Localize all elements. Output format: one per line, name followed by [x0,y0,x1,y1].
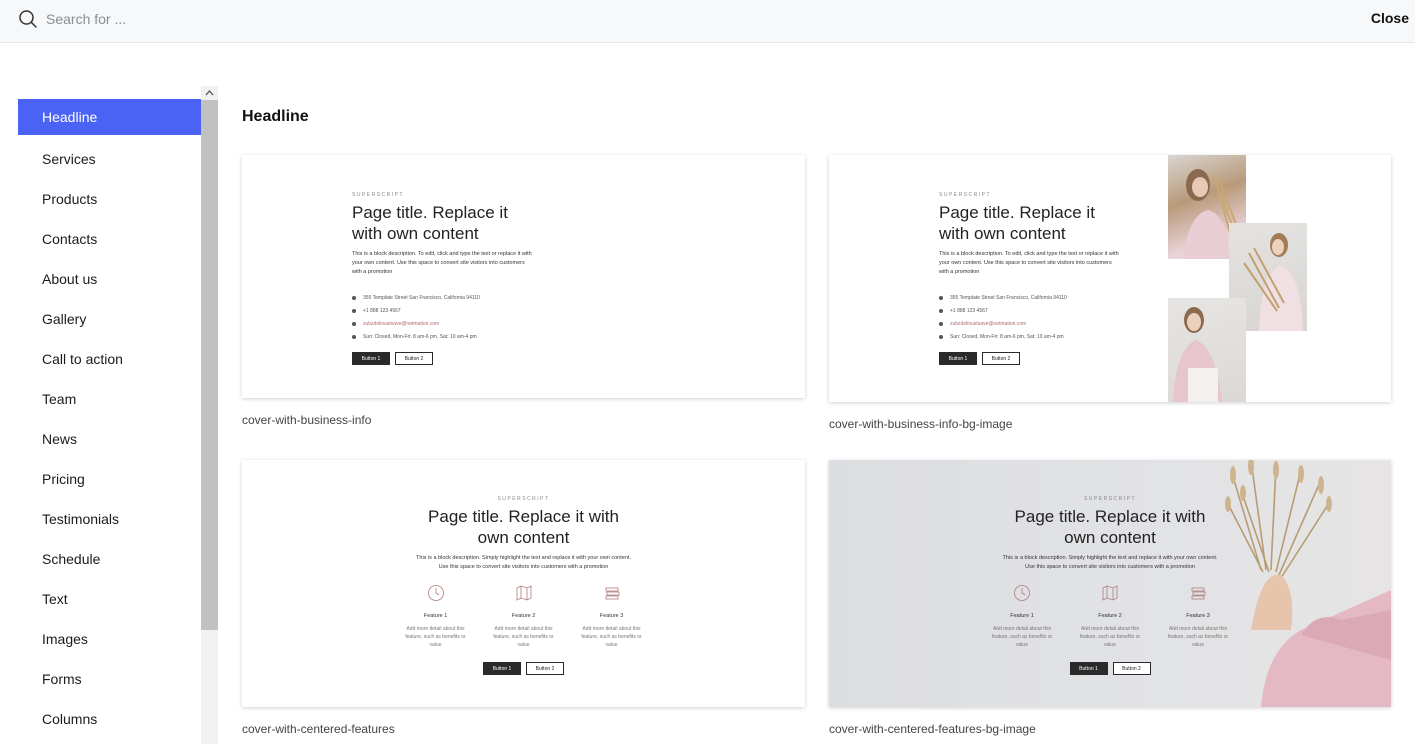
preview-feature: Feature 2 Add more detail about this fea… [1075,584,1145,649]
preview-superscript: SUPERSCRIPT [1083,496,1137,502]
preview-title: Page title. Replace it with own content [939,203,1095,243]
card-caption: cover-with-business-info-bg-image [829,417,1013,431]
template-card-cover-with-business-info[interactable]: SUPERSCRIPT Page title. Replace it with … [242,155,805,398]
preview-phone: +1 888 123 4567 [352,304,532,317]
preview-button-2: Button 2 [526,662,564,675]
sidebar-item-label: Text [42,591,68,607]
sidebar-item-label: Schedule [42,551,101,567]
sidebar-item-label: Team [42,391,77,407]
sidebar-item-label: Products [42,191,98,207]
seated-woman-icon [1173,307,1222,402]
clock-icon [1014,585,1030,601]
sidebar-item-team[interactable]: Team [18,379,201,419]
sidebar-item-services[interactable]: Services [18,139,201,179]
sidebar-item-gallery[interactable]: Gallery [18,299,201,339]
category-sidebar: Headline Services Products Contacts Abou… [18,99,201,744]
sidebar-item-label: About us [42,271,98,287]
preview-address: 355 Template Street San Francisco, Calif… [352,291,532,304]
preview-title: Page title. Replace it with own content [352,203,508,243]
preview-hours: Sun: Closed, Mon-Fri: 8 am-6 pm, Sat: 10… [939,330,1119,343]
scrollbar-thumb[interactable] [201,100,218,630]
sidebar-item-label: Images [42,631,88,647]
map-icon [1102,585,1118,601]
map-icon [516,585,531,601]
template-card-cover-with-centered-features-bg-image[interactable]: SUPERSCRIPT Page title. Replace it with … [829,460,1391,707]
coins-icon [1191,587,1206,600]
clock-icon [352,334,356,339]
sidebar-item-testimonials[interactable]: Testimonials [18,499,201,539]
clock-icon [427,585,444,601]
mail-icon [939,321,943,326]
sidebar-item-label: Testimonials [42,511,120,527]
card-caption: cover-with-business-info [242,413,372,427]
sidebar-item-contacts[interactable]: Contacts [18,219,201,259]
preview-button-2: Button 2 [395,352,433,365]
sidebar-item-label: Gallery [42,311,87,327]
preview-button-1: Button 1 [483,662,521,675]
sidebar-item-label: News [42,431,78,447]
card-caption: cover-with-centered-features-bg-image [829,722,1036,736]
preview-description: This is a block description. To edit, cl… [352,251,532,275]
sidebar-item-images[interactable]: Images [18,619,201,659]
coins-icon [605,587,619,600]
preview-superscript: SUPERSCRIPT [352,192,405,198]
preview-title: Page title. Replace it with own content [428,507,619,547]
location-pin-icon [939,295,943,300]
location-pin-icon [352,295,356,300]
sidebar-item-label: Contacts [42,231,98,247]
clock-icon [939,334,943,339]
sidebar-item-news[interactable]: News [18,419,201,459]
top-bar: Close [0,0,1415,43]
sidebar-item-label: Call to action [42,351,123,367]
preview-feature: Feature 1 Add more detail about this fea… [987,584,1057,649]
preview-button-2: Button 2 [1112,662,1151,675]
scroll-up-arrow-icon[interactable] [201,86,218,100]
search-icon [19,10,37,28]
preview-email: zubzdelinustsave@netmation.com [352,317,532,330]
preview-hours: Sun: Closed, Mon-Fri: 8 am-6 pm, Sat: 10… [352,330,532,343]
preview-button-1: Button 1 [1069,662,1108,675]
section-title: Headline [242,108,309,125]
preview-button-1: Button 1 [352,352,390,365]
sidebar-item-schedule[interactable]: Schedule [18,539,201,579]
preview-phone: +1 888 123 4567 [939,304,1119,317]
preview-button-1: Button 1 [939,352,977,365]
preview-feature: Feature 1 Add more detail about this fea… [401,584,471,649]
sidebar-item-label: Columns [42,711,98,727]
sidebar-item-call-to-action[interactable]: Call to action [18,339,201,379]
preview-title: Page title. Replace it with own content [1014,507,1206,547]
template-card-cover-with-centered-features[interactable]: SUPERSCRIPT Page title. Replace it with … [242,460,805,707]
preview-feature: Feature 3 Add more detail about this fea… [1163,584,1233,649]
phone-icon [352,308,356,313]
sidebar-scrollbar[interactable] [201,86,218,744]
preview-superscript: SUPERSCRIPT [939,192,992,198]
preview-description: This is a block description. Simply high… [416,555,631,570]
phone-icon [939,308,943,313]
preview-feature: Feature 2 Add more detail about this fea… [489,584,559,649]
preview-description: This is a block description. Simply high… [1002,555,1218,570]
close-button[interactable]: Close [1371,10,1409,26]
preview-feature: Feature 3 Add more detail about this fea… [577,584,647,649]
sidebar-item-headline[interactable]: Headline [18,99,201,135]
template-card-cover-with-business-info-bg-image[interactable]: SUPERSCRIPT Page title. Replace it with … [829,155,1391,402]
sidebar-item-about-us[interactable]: About us [18,259,201,299]
preview-button-2: Button 2 [982,352,1020,365]
sidebar-item-forms[interactable]: Forms [18,659,201,699]
sidebar-item-label: Pricing [42,471,85,487]
sidebar-item-label: Forms [42,671,82,687]
card-caption: cover-with-centered-features [242,722,395,736]
preview-address: 355 Template Street San Francisco, Calif… [939,291,1119,304]
sidebar-item-text[interactable]: Text [18,579,201,619]
sidebar-item-label: Headline [42,109,98,125]
preview-email: zubzdelinustsave@netmation.com [939,317,1119,330]
mail-icon [352,321,356,326]
sidebar-item-products[interactable]: Products [18,179,201,219]
preview-description: This is a block description. To edit, cl… [939,251,1119,275]
preview-photo-3 [1168,298,1246,402]
preview-superscript: SUPERSCRIPT [497,496,550,502]
sidebar-item-pricing[interactable]: Pricing [18,459,201,499]
search-input[interactable] [46,8,646,30]
sidebar-item-columns[interactable]: Columns [18,699,201,739]
sidebar-item-label: Services [42,151,96,167]
